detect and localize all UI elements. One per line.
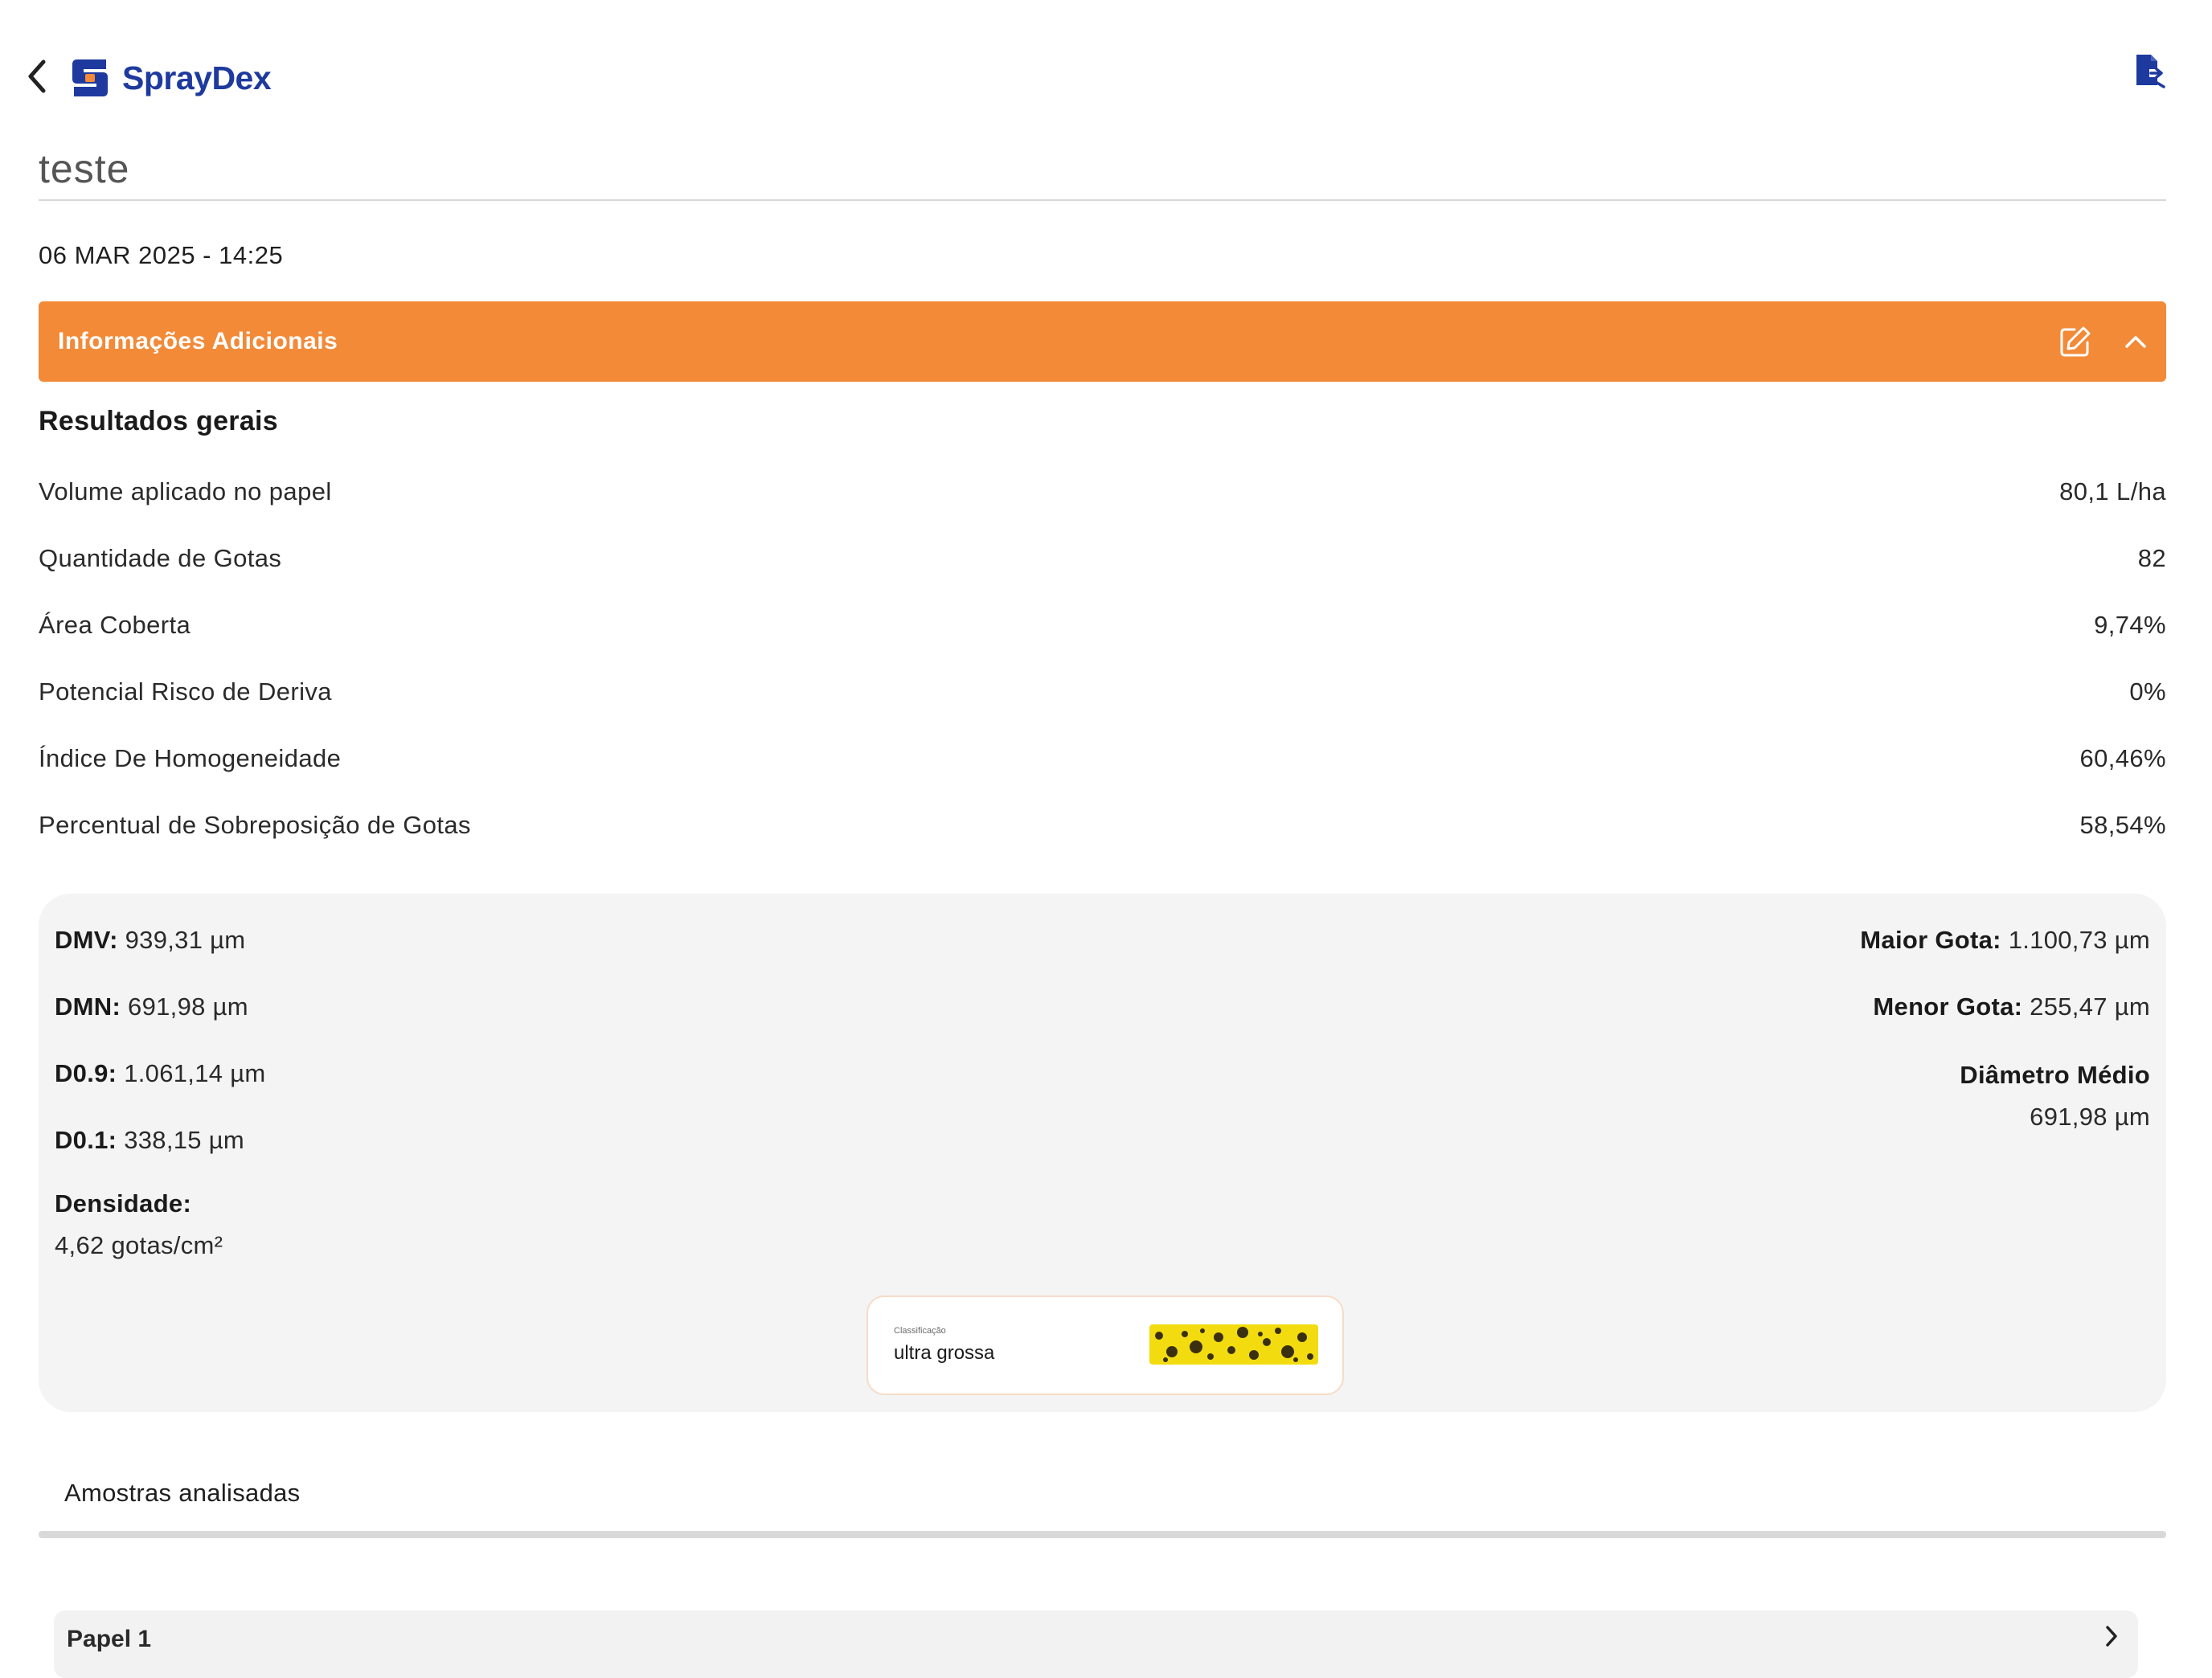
stat-mean-diameter: Diâmetro Médio 691,98 µm [1960,1054,2150,1138]
result-row-overlap: Percentual de Sobreposição de Gotas 58,5… [39,792,2166,858]
analyzed-samples-title: Amostras analisadas [64,1479,301,1507]
result-value: 9,74% [2094,610,2166,639]
stat-label: Diâmetro Médio [1960,1061,2150,1089]
back-button[interactable] [21,56,53,96]
result-label: Quantidade de Gotas [39,543,282,572]
collapse-additional-info-button[interactable] [2116,322,2155,361]
result-row-covered-area: Área Coberta 9,74% [39,591,2166,658]
result-detail-page: SprayDex teste 06 MAR 2025 - 14:25 Infor… [0,0,2212,1678]
app-header: SprayDex [0,0,2212,145]
stat-value: 691,98 µm [2030,1103,2150,1131]
additional-info-label: Informações Adicionais [58,328,338,354]
export-report-button[interactable] [2128,50,2170,92]
edit-icon [2060,326,2091,357]
stat-d01: D0.1: 338,15 µm [55,1126,244,1155]
sample-item-papel-1[interactable]: Papel 1 [54,1610,2138,1678]
general-results-title: Resultados gerais [39,406,278,436]
stat-label: D0.1: [55,1126,117,1154]
result-label: Área Coberta [39,610,191,639]
classification-badge: Classificação ultra grossa [866,1295,1344,1395]
spraydex-logo-mark-icon [72,59,108,96]
stat-label: Menor Gota: [1873,992,2023,1021]
result-row-drift-risk: Potencial Risco de Deriva 0% [39,658,2166,725]
sample-label: Papel 1 [67,1626,152,1652]
stat-smallest-drop: Menor Gota: 255,47 µm [1873,992,2150,1021]
stat-largest-drop: Maior Gota: 1.100,73 µm [1860,926,2150,955]
result-row-volume: Volume aplicado no papel 80,1 L/ha [39,458,2166,525]
spraydex-logo: SprayDex [69,55,272,101]
additional-info-accordion[interactable]: Informações Adicionais [39,301,2166,382]
chevron-right-icon [2106,1626,2117,1647]
stat-label: DMN: [55,992,121,1021]
result-value: 82 [2137,543,2166,572]
chevron-left-icon [28,59,46,93]
stat-label: D0.9: [55,1059,117,1087]
stat-value: 1.061,14 µm [117,1059,266,1087]
stat-value: 939,31 µm [117,926,246,954]
result-label: Percentual de Sobreposição de Gotas [39,810,471,839]
record-title: teste [39,146,130,191]
stat-value: 691,98 µm [121,992,248,1021]
result-value: 58,54% [2079,810,2166,839]
result-value: 60,46% [2079,743,2166,772]
classification-value: ultra grossa [894,1342,995,1364]
stat-label: DMV: [55,926,118,954]
stat-value: 255,47 µm [2022,992,2150,1021]
classification-swatch [1149,1324,1318,1365]
result-value: 0% [2129,677,2166,706]
stat-label: Densidade: [55,1189,192,1218]
stat-dmn: DMN: 691,98 µm [55,992,248,1021]
edit-additional-info-button[interactable] [2056,322,2095,361]
result-label: Índice De Homogeneidade [39,743,342,772]
stat-d09: D0.9: 1.061,14 µm [55,1059,266,1088]
stat-value: 4,62 gotas/cm² [55,1231,223,1259]
brand-name: SprayDex [122,59,272,96]
result-label: Volume aplicado no papel [39,477,332,505]
result-label: Potencial Risco de Deriva [39,677,332,706]
stat-label: Maior Gota: [1860,926,2001,954]
samples-divider [39,1531,2166,1538]
chevron-up-icon [2125,336,2146,348]
result-row-drop-count: Quantidade de Gotas 82 [39,525,2166,591]
stat-value: 338,15 µm [117,1126,245,1154]
stat-density: Densidade: 4,62 gotas/cm² [55,1183,223,1267]
classification-caption: Classificação [894,1326,946,1336]
record-datetime: 06 MAR 2025 - 14:25 [39,241,284,269]
open-sample-button[interactable] [2095,1620,2128,1652]
file-export-icon [2136,55,2165,88]
record-title-field[interactable]: teste [39,145,2166,201]
general-results-list: Volume aplicado no papel 80,1 L/ha Quant… [39,458,2166,858]
stat-value: 1.100,73 µm [2001,926,2150,954]
result-value: 80,1 L/ha [2059,477,2166,505]
result-row-homogeneity: Índice De Homogeneidade 60,46% [39,725,2166,792]
droplet-stats-card: DMV: 939,31 µm DMN: 691,98 µm D0.9: 1.06… [39,894,2166,1412]
stat-dmv: DMV: 939,31 µm [55,926,245,955]
